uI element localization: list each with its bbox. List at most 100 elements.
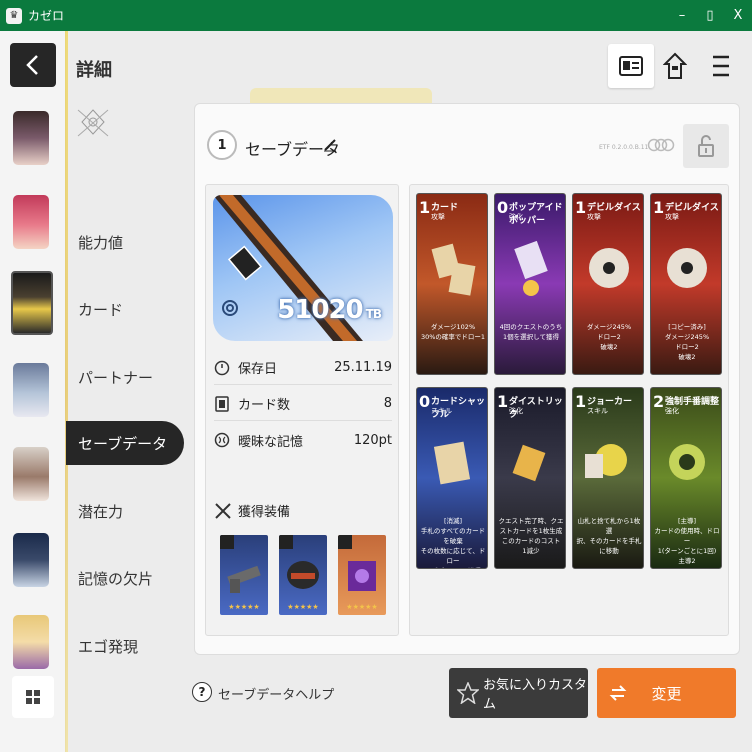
character-avatar-3-selected[interactable] — [11, 271, 53, 335]
equipment-slot-1[interactable]: ★★★★★ — [220, 535, 268, 615]
page-title: 詳細 — [76, 60, 112, 81]
nav-label: エゴ発現 — [78, 637, 139, 656]
card-description: 山札と捨て札から1枚選 択、そのカードを手札 に移動 — [576, 517, 642, 555]
deck-card[interactable]: 2 強制手番調整 強化 [主導] カードの使用時、ドロー 1(ターンごとに1回) 主導… — [650, 387, 722, 569]
card-cost: 0 — [419, 392, 431, 411]
info-label: 曖昧な記憶 — [238, 434, 304, 450]
info-row-vague-memory: 曖昧な記憶 120pt — [214, 423, 392, 457]
grid-icon — [26, 690, 40, 704]
info-label: 保存日 — [238, 362, 278, 377]
nav-label: 能力値 — [78, 233, 124, 252]
deck-card[interactable]: 1 デビルダイス 攻撃 [コピー済み] ダメージ245% ドロー2 破壊2 — [650, 193, 722, 375]
restore-button[interactable]: ▯ — [696, 0, 724, 31]
card-deck-grid: 1 カード 攻撃 ダメージ102% 30%の確率でドロー1 0 ポップアイドポッパ… — [409, 184, 729, 636]
card-type: 攻撃 — [587, 213, 601, 221]
home-icon — [663, 52, 687, 79]
card-cost: 1 — [497, 392, 509, 411]
card-type: 強化 — [509, 213, 523, 221]
deck-card[interactable]: 1 デビルダイス 攻撃 ダメージ245% ドロー2 破壊2 — [572, 193, 644, 375]
deck-card[interactable]: 0 カードシャッフル スキル [消滅] 手札のすべてのカードを破棄 その枚数に応じて… — [416, 387, 488, 569]
tb-number: 51020 — [277, 295, 363, 325]
equipment-slot-2[interactable]: ★★★★★ — [279, 535, 327, 615]
card-cost: 1 — [419, 198, 431, 217]
close-button[interactable]: X — [724, 0, 752, 31]
star-icon — [457, 682, 479, 704]
deck-card[interactable]: 1 ジョーカー スキル 山札と捨て札から1枚選 択、そのカードを手札 に移動 — [572, 387, 644, 569]
nav-item-cards[interactable]: カード — [66, 287, 184, 331]
card-count-icon — [215, 395, 229, 412]
card-art — [589, 248, 629, 288]
chevron-left-icon — [26, 55, 38, 75]
home-button[interactable] — [660, 44, 690, 88]
window-titlebar: ♛ カゼロ – ▯ X — [0, 0, 752, 31]
profile-card-button[interactable] — [608, 44, 654, 88]
deck-card[interactable]: 1 カード 攻撃 ダメージ102% 30%の確率でドロー1 — [416, 193, 488, 375]
equipment-stars: ★★★★★ — [287, 603, 319, 611]
card-type: スキル — [431, 407, 452, 415]
info-label: カード数 — [238, 398, 291, 413]
nav-label: カード — [78, 300, 124, 319]
spiral-icon — [222, 300, 238, 316]
nav-item-partner[interactable]: パートナー — [66, 355, 184, 399]
card-cost: 1 — [653, 198, 665, 217]
helmet-art — [287, 561, 319, 589]
back-button[interactable] — [10, 43, 56, 87]
change-button[interactable]: 変更 — [597, 668, 736, 718]
nav-item-memory-fragments[interactable]: 記憶の欠片 — [66, 556, 184, 600]
character-avatar-7[interactable] — [13, 615, 49, 669]
card-art — [669, 444, 705, 480]
book-art — [348, 561, 376, 591]
deck-card[interactable]: 0 ポップアイドポッパー 強化 4回のクエストのうち 1個を選択して獲得 — [494, 193, 566, 375]
nav-item-ego[interactable]: エゴ発現 — [66, 624, 184, 668]
card-art — [514, 240, 548, 296]
nav-item-save-data[interactable]: セーブデータ — [66, 421, 184, 465]
card-art — [667, 248, 707, 288]
card-type: 強化 — [509, 407, 523, 415]
grid-view-button[interactable] — [12, 676, 54, 718]
character-avatar-1[interactable] — [13, 111, 49, 165]
nav-item-stats[interactable]: 能力値 — [66, 220, 184, 264]
favorite-custom-button[interactable]: お気に入りカスタム — [449, 668, 588, 718]
card-art — [433, 441, 471, 485]
nav-item-potential[interactable]: 潜在力 — [66, 489, 184, 533]
change-label: 変更 — [651, 684, 682, 703]
nav-label: 記憶の欠片 — [78, 569, 154, 588]
info-row-card-count: カード数 8 — [214, 387, 392, 421]
info-value: 120pt — [353, 432, 392, 448]
faction-emblem-icon — [77, 109, 109, 137]
equipment-stars: ★★★★★ — [228, 603, 260, 611]
equipment-slot-3[interactable]: ★★★★★ — [338, 535, 386, 615]
card-cost: 0 — [497, 198, 509, 217]
character-avatar-4[interactable] — [13, 363, 49, 417]
gun-art — [227, 565, 261, 593]
card-description: 4回のクエストのうち 1個を選択して獲得 — [499, 323, 563, 341]
card-description: クエスト完了時、クエ ストカードを1枚生成 このカードのコスト 1減少 — [498, 517, 564, 555]
unlock-icon — [698, 135, 714, 157]
save-info-panel: 51020 TB 保存日 25.11.19 カード数 8 曖昧な記憶 120pt … — [205, 184, 399, 636]
character-avatar-6[interactable] — [13, 533, 49, 587]
info-value: 8 — [383, 396, 392, 411]
nav-label: セーブデータ — [78, 434, 168, 453]
card-description: ダメージ102% 30%の確率でドロー1 — [420, 323, 486, 341]
card-cost: 2 — [653, 392, 665, 411]
lock-button[interactable] — [683, 124, 729, 168]
equipment-title: 獲得装備 — [214, 501, 290, 520]
info-row-saved-date: 保存日 25.11.19 — [214, 351, 392, 385]
save-data-help-link[interactable]: セーブデータヘルプ — [218, 684, 334, 703]
equipment-stars: ★★★★★ — [346, 603, 378, 611]
save-meta-label: ETF 0.2.0.0.B.11 — [599, 144, 649, 151]
edit-pencil-icon[interactable] — [323, 138, 337, 152]
deck-card[interactable]: 1 ダイストリック 強化 クエスト完了時、クエ ストカードを1枚生成 このカードのコ… — [494, 387, 566, 569]
slot-number-badge: 1 — [207, 130, 237, 160]
help-question-icon[interactable]: ? — [192, 682, 212, 702]
id-card-icon — [619, 56, 643, 76]
menu-button[interactable] — [706, 44, 736, 88]
minimize-button[interactable]: – — [668, 0, 696, 31]
info-value: 25.11.19 — [334, 360, 392, 375]
clock-icon — [214, 360, 230, 375]
card-description: [主導] カードの使用時、ドロー 1(ターンごとに1回) 主導2 — [654, 517, 720, 565]
save-data-panel: 1 セーブデータ ETF 0.2.0.0.B.11 51020 TB 保存日 25… — [194, 103, 740, 655]
character-avatar-5[interactable] — [13, 447, 49, 501]
card-description: [消滅]手札のすべてのカードを破棄その枚数に応じて、ドローエゴポイント2獲得*こ… — [420, 517, 486, 568]
character-avatar-2[interactable] — [13, 195, 49, 249]
